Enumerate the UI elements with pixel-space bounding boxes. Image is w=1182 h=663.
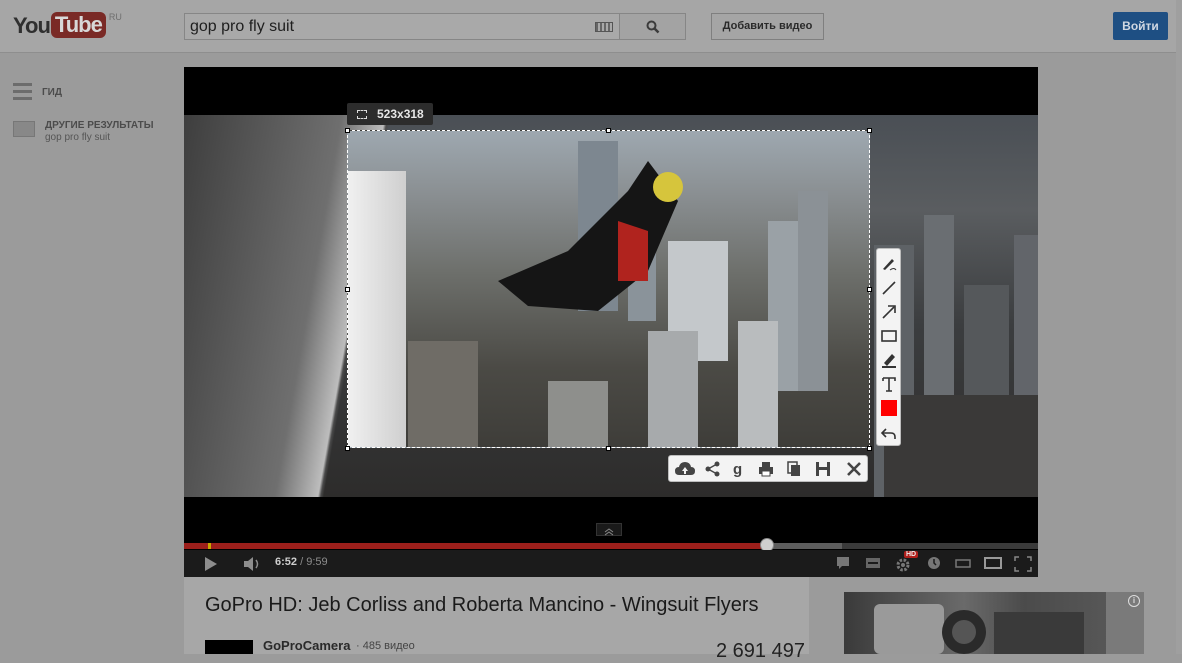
copy-icon[interactable] <box>785 460 803 478</box>
share-icon[interactable] <box>704 460 722 478</box>
selection-tower <box>348 171 406 447</box>
current-time: 6:52 <box>275 556 298 568</box>
capture-selection[interactable] <box>347 130 870 448</box>
watch-later-icon[interactable] <box>927 556 941 570</box>
player-controls: 6:52 / 9:59 HD <box>184 550 1038 577</box>
line-icon[interactable] <box>880 279 898 297</box>
results-icon <box>13 121 35 137</box>
page-scrollbar[interactable] <box>1176 0 1182 654</box>
play-icon[interactable] <box>204 556 218 572</box>
time-display: 6:52 / 9:59 <box>275 556 328 568</box>
sidebar-guide-label: ГИД <box>42 87 62 98</box>
logo-tube-text: Tube <box>50 12 106 38</box>
selection-icon <box>357 109 367 119</box>
resize-handle-nw[interactable] <box>345 128 350 133</box>
hd-badge: HD <box>904 551 919 558</box>
other-results-label: ДРУГИЕ РЕЗУЛЬТАТЫ <box>45 120 154 131</box>
large-player-icon[interactable] <box>984 556 1002 570</box>
resize-handle-e[interactable] <box>867 287 872 292</box>
video-title: GoPro HD: Jeb Corliss and Roberta Mancin… <box>205 594 759 616</box>
arrow-icon[interactable] <box>880 303 898 321</box>
selection-scene <box>408 141 828 447</box>
search-button[interactable] <box>620 13 686 40</box>
resize-handle-s[interactable] <box>606 446 611 451</box>
view-count: 2 691 497 <box>716 640 805 662</box>
resize-handle-se[interactable] <box>867 446 872 451</box>
captions-icon[interactable] <box>865 556 881 570</box>
sidebar-item-other-results[interactable]: ДРУГИЕ РЕЗУЛЬТАТЫ gop pro fly suit <box>13 120 154 144</box>
svg-text:g: g <box>733 461 742 478</box>
logo-region: RU <box>108 12 122 22</box>
chevron-up-icon <box>604 528 614 536</box>
google-search-icon[interactable]: g <box>730 460 748 478</box>
resize-handle-n[interactable] <box>606 128 611 133</box>
print-icon[interactable] <box>757 460 775 478</box>
search-icon <box>646 20 660 34</box>
selection-size-label: 523x318 <box>347 103 433 125</box>
search-input[interactable] <box>185 14 595 39</box>
resize-handle-sw[interactable] <box>345 446 350 451</box>
guide-icon <box>13 83 32 101</box>
action-toolbar: g <box>668 455 868 482</box>
youtube-logo[interactable]: You Tube RU <box>13 12 122 40</box>
rectangle-icon[interactable] <box>880 327 898 345</box>
drawing-toolbar <box>876 248 901 446</box>
channel-video-count: · 485 видео <box>356 640 415 652</box>
undo-icon[interactable] <box>880 424 898 442</box>
cloud-upload-icon[interactable] <box>674 460 696 478</box>
text-icon[interactable] <box>880 375 898 393</box>
other-results-query: gop pro fly suit <box>45 132 111 143</box>
add-video-button[interactable]: Добавить видео <box>711 13 824 40</box>
settings-icon[interactable] <box>894 556 912 572</box>
search-box <box>184 13 620 40</box>
info-icon[interactable]: i <box>1128 595 1140 607</box>
progress-played <box>184 543 767 549</box>
channel-name[interactable]: GoProCamera <box>263 638 350 653</box>
duration: / 9:59 <box>297 556 328 568</box>
sidebar-item-guide[interactable]: ГИД <box>13 83 62 101</box>
selection-size-value: 523x318 <box>377 107 424 121</box>
small-player-icon[interactable] <box>955 556 971 570</box>
resize-handle-w[interactable] <box>345 287 350 292</box>
expand-controls-button[interactable] <box>596 523 622 536</box>
ad-image <box>874 592 1144 654</box>
logo-you-text: You <box>13 13 51 38</box>
color-swatch[interactable] <box>881 400 897 416</box>
keyboard-icon[interactable] <box>595 22 613 32</box>
resize-handle-ne[interactable] <box>867 128 872 133</box>
volume-icon[interactable] <box>243 556 263 572</box>
annotations-icon[interactable] <box>836 556 850 570</box>
save-icon[interactable] <box>814 460 832 478</box>
signin-button[interactable]: Войти <box>1113 12 1168 40</box>
pen-icon[interactable] <box>880 255 898 273</box>
fullscreen-icon[interactable] <box>1014 556 1032 572</box>
progress-marker <box>208 543 211 549</box>
channel-avatar[interactable] <box>205 640 253 654</box>
masthead: You Tube RU Добавить видео Войти <box>0 0 1182 53</box>
close-icon[interactable] <box>845 460 863 478</box>
sidebar-ad-thumbnail[interactable]: i <box>844 592 1144 654</box>
marker-icon[interactable] <box>880 351 898 369</box>
